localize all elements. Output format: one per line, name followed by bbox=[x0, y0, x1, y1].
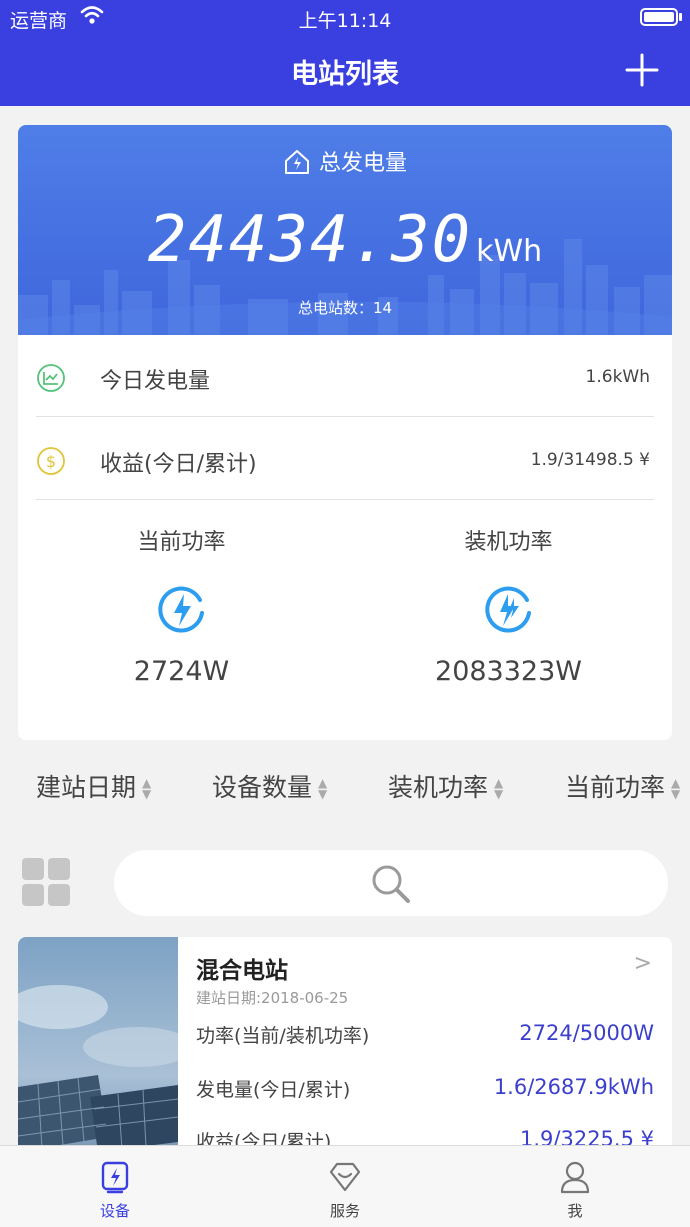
current-power-value: 2724W bbox=[133, 656, 230, 687]
sort-bar: 建站日期 ▲ ▼ 设备数量 ▲ ▼ 装机功率 ▲ ▼ 当前功率 ▲ ▼ bbox=[0, 760, 690, 810]
status-bar: 运营商 上午11:14 bbox=[0, 0, 690, 36]
battery-icon bbox=[640, 8, 678, 26]
tab-device[interactable]: 设备 bbox=[0, 1146, 230, 1227]
clock: 上午11:14 bbox=[298, 10, 392, 32]
sort-arrows-icon: ▲ ▼ bbox=[142, 776, 152, 801]
grid-view-button[interactable] bbox=[22, 858, 70, 906]
sort-arrows-icon: ▲ ▼ bbox=[318, 776, 328, 801]
total-energy-label: 总发电量 bbox=[318, 151, 407, 176]
home-power-icon bbox=[284, 150, 309, 174]
sort-label: 装机功率 bbox=[388, 773, 489, 802]
chart-icon bbox=[37, 364, 65, 392]
station-list-item[interactable]: 混合电站 > 建站日期:2018-06-25 功率(当前/装机功率) 2724/… bbox=[18, 937, 672, 1167]
add-station-button[interactable] bbox=[624, 52, 660, 88]
sort-label: 设备数量 bbox=[212, 773, 313, 802]
installed-power-block: 装机功率 2083323W bbox=[345, 520, 672, 720]
income-row: $ 收益(今日/累计) 1.9/31498.5 ¥ bbox=[36, 418, 654, 500]
station-count: 总电站数：14 bbox=[297, 299, 393, 317]
user-icon bbox=[560, 1161, 590, 1194]
total-energy-unit: kWh bbox=[476, 234, 543, 269]
grid-cell-icon bbox=[48, 884, 70, 906]
sort-arrows-icon: ▲ ▼ bbox=[671, 776, 681, 801]
total-energy-banner: 总发电量 24434.30 kWh 总电站数：14 bbox=[18, 125, 672, 335]
tab-label: 设备 bbox=[99, 1202, 130, 1220]
search-icon bbox=[372, 865, 410, 903]
total-energy-number: 24434.30 bbox=[147, 203, 473, 277]
station-name: 混合电站 bbox=[196, 958, 288, 984]
grid-cell-icon bbox=[22, 884, 44, 906]
total-energy-title: 总发电量 bbox=[18, 145, 672, 177]
current-power-block: 当前功率 2724W bbox=[18, 520, 345, 720]
income-label: 收益(今日/累计) bbox=[100, 452, 257, 477]
sort-by-build-date[interactable]: 建站日期 ▲ ▼ bbox=[36, 768, 154, 804]
dollar-coin-icon: $ bbox=[37, 447, 65, 475]
station-power-row: 功率(当前/装机功率) 2724/5000W bbox=[196, 1021, 654, 1048]
solar-panel-photo bbox=[18, 937, 178, 1167]
page-title: 电站列表 bbox=[291, 59, 399, 90]
sort-by-current-power[interactable]: 当前功率 ▲ ▼ bbox=[565, 768, 683, 804]
installed-power-label: 装机功率 bbox=[464, 530, 553, 555]
search-input[interactable] bbox=[114, 850, 668, 916]
tab-service[interactable]: 服务 bbox=[230, 1146, 460, 1227]
today-energy-value: 1.6kWh bbox=[585, 367, 650, 387]
today-energy-label: 今日发电量 bbox=[100, 369, 211, 394]
battery-tip bbox=[679, 13, 682, 21]
tab-label: 服务 bbox=[329, 1202, 360, 1220]
sort-arrows-icon: ▲ ▼ bbox=[494, 776, 504, 801]
installed-power-icon bbox=[484, 586, 531, 633]
current-power-label: 当前功率 bbox=[137, 530, 226, 555]
sort-by-device-count[interactable]: 设备数量 ▲ ▼ bbox=[212, 768, 330, 804]
service-icon bbox=[329, 1162, 361, 1192]
station-energy-label: 发电量(今日/累计) bbox=[196, 1079, 351, 1101]
station-energy-value: 1.6/2687.9kWh bbox=[493, 1075, 654, 1099]
device-icon bbox=[101, 1161, 129, 1194]
income-value: 1.9/31498.5 ¥ bbox=[530, 450, 650, 470]
svg-text:$: $ bbox=[46, 452, 56, 471]
installed-power-value: 2083323W bbox=[435, 656, 582, 687]
summary-card: 总发电量 24434.30 kWh 总电站数：14 今日发电量 1.6kWh $ … bbox=[18, 125, 672, 740]
station-build-date: 建站日期:2018-06-25 bbox=[196, 989, 349, 1007]
grid-cell-icon bbox=[48, 858, 70, 880]
tab-label: 我 bbox=[567, 1202, 583, 1220]
today-energy-row: 今日发电量 1.6kWh bbox=[36, 335, 654, 417]
top-bar: 运营商 上午11:14 电站列表 bbox=[0, 0, 690, 106]
total-energy-value: 24434.30 kWh bbox=[18, 203, 672, 277]
sort-by-installed-power[interactable]: 装机功率 ▲ ▼ bbox=[388, 768, 506, 804]
grid-cell-icon bbox=[22, 858, 44, 880]
station-power-value: 2724/5000W bbox=[519, 1021, 654, 1045]
sort-label: 当前功率 bbox=[565, 773, 666, 802]
current-power-icon bbox=[157, 586, 204, 633]
station-power-label: 功率(当前/装机功率) bbox=[196, 1025, 370, 1047]
station-energy-row: 发电量(今日/累计) 1.6/2687.9kWh bbox=[196, 1075, 654, 1102]
tab-me[interactable]: 我 bbox=[460, 1146, 690, 1227]
tab-bar: 设备 服务 我 bbox=[0, 1145, 690, 1227]
sort-label: 建站日期 bbox=[36, 773, 137, 802]
chevron-right-icon: > bbox=[633, 951, 652, 976]
